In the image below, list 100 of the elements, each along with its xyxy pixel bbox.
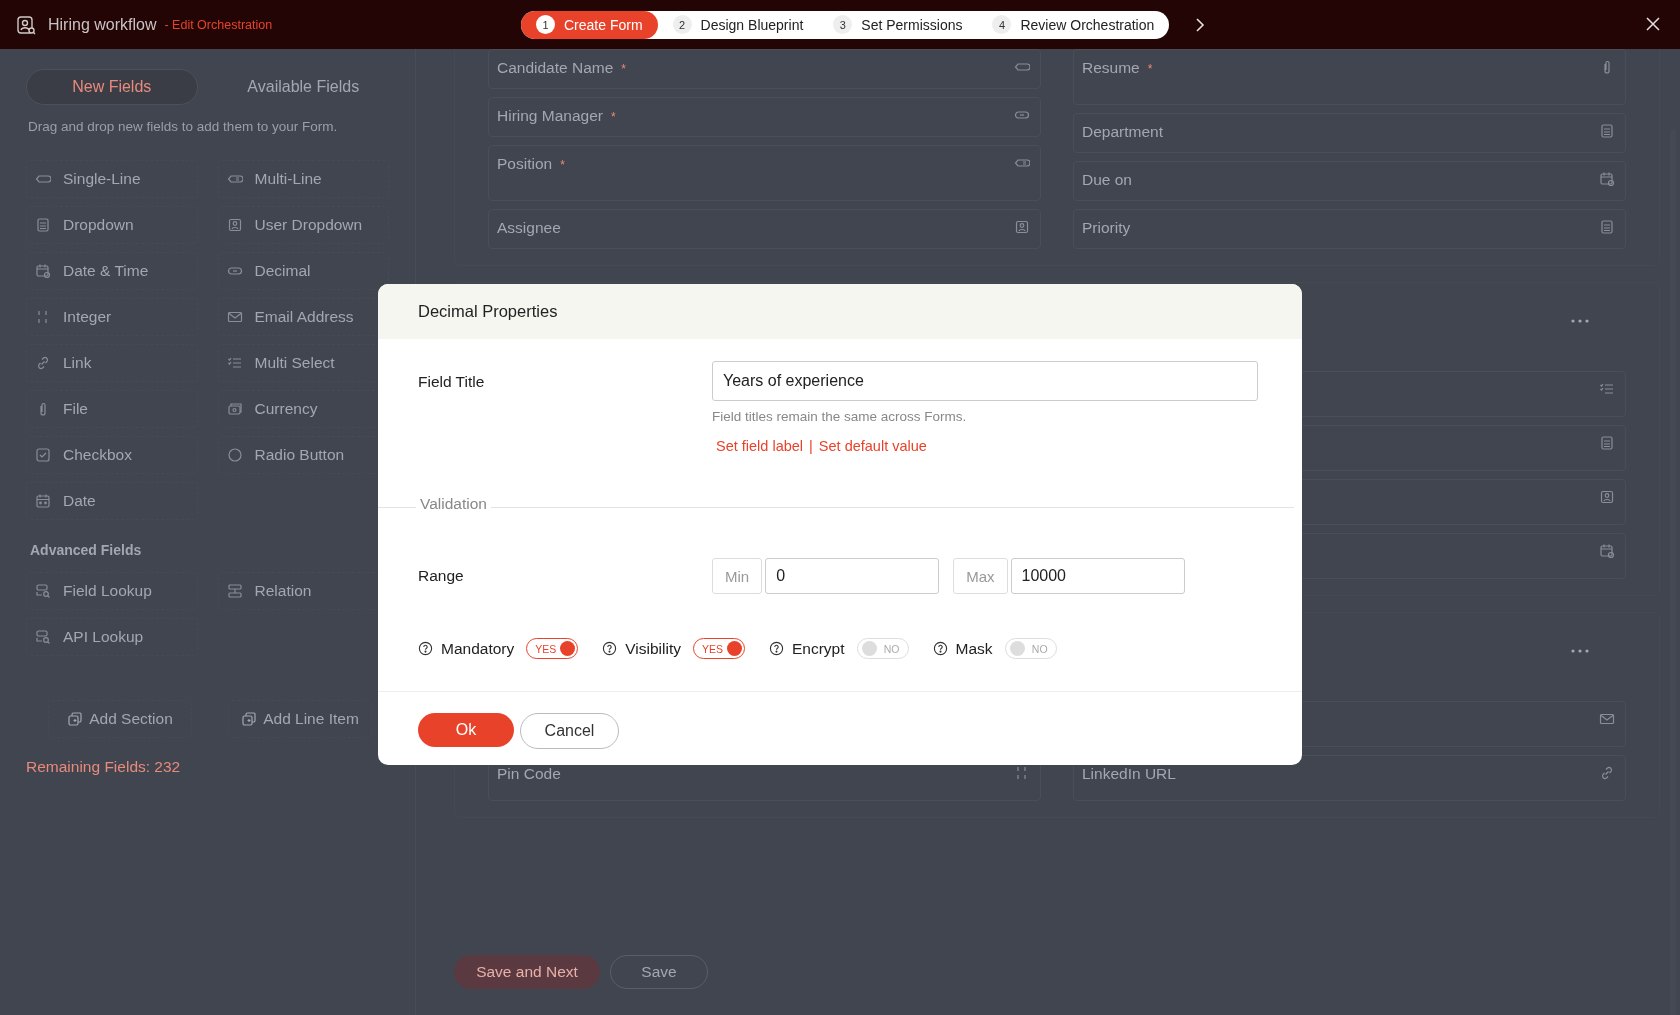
min-label: Min <box>712 558 763 594</box>
more-icon[interactable] <box>1571 649 1589 653</box>
help-icon[interactable] <box>768 641 784 656</box>
form-field[interactable]: Resume * <box>1073 49 1626 105</box>
field-type-item[interactable]: API Lookup <box>26 618 198 656</box>
lookup-icon <box>35 629 51 645</box>
list-card-icon <box>1599 219 1615 235</box>
form-field[interactable]: Candidate Name * <box>488 49 1041 89</box>
step-tab[interactable]: 1 Create Form <box>521 10 658 39</box>
envelope-icon <box>226 309 243 325</box>
cancel-button[interactable]: Cancel <box>520 713 619 749</box>
field-type-label: Email Address <box>254 308 354 326</box>
field-type-label: Link <box>63 354 92 372</box>
calendar-icon <box>35 493 51 509</box>
stacked-squares-icon <box>241 711 258 727</box>
field-type-label: Integer <box>63 308 112 326</box>
remaining-fields-count: Remaining Fields: 232 <box>26 758 182 776</box>
field-type-label: Multi-Line <box>254 170 322 188</box>
field-type-item[interactable]: Date & Time <box>26 252 198 290</box>
calendar-clock-icon <box>1599 543 1615 559</box>
field-type-item[interactable]: Multi-Line <box>217 160 389 198</box>
field-type-label: Date <box>63 492 96 510</box>
field-type-label: Currency <box>254 400 318 418</box>
set-field-label-link[interactable]: Set field label <box>716 438 804 454</box>
field-type-item[interactable]: User Dropdown <box>217 206 389 244</box>
set-default-value-link[interactable]: Set default value <box>818 438 927 454</box>
form-field[interactable]: Position * <box>488 145 1041 201</box>
field-type-label: Single-Line <box>63 170 141 188</box>
step-number: 2 <box>672 15 692 34</box>
step-tab[interactable]: 2 Design Blueprint <box>657 10 819 39</box>
lookup-icon <box>35 583 51 599</box>
field-type-label: Decimal <box>254 262 311 280</box>
stacked-squares-icon <box>67 711 84 727</box>
form-field[interactable]: Hiring Manager * <box>488 97 1041 137</box>
list-card-icon <box>1599 435 1615 451</box>
checklist-icon <box>226 355 243 371</box>
save-and-next-button[interactable]: Save and Next <box>454 955 600 989</box>
field-title-label: Field Title <box>418 372 486 392</box>
form-field[interactable]: Assignee <box>488 209 1041 249</box>
ok-button[interactable]: Ok <box>418 713 514 747</box>
toggle-label: Mask <box>955 639 993 658</box>
field-type-label: User Dropdown <box>254 216 363 234</box>
step-number: 4 <box>992 15 1012 34</box>
form-field[interactable]: Priority <box>1073 209 1626 249</box>
max-input[interactable]: 10000 <box>1010 558 1185 594</box>
form-field-label: Pin Code <box>497 765 561 783</box>
toggle-switch[interactable]: YES <box>526 638 579 659</box>
step-number: 3 <box>833 15 853 34</box>
form-field[interactable]: Department <box>1073 113 1626 153</box>
form-field-label: Candidate Name * <box>497 59 626 77</box>
help-icon[interactable] <box>932 641 948 656</box>
help-icon[interactable] <box>602 641 618 656</box>
user-card-icon <box>1014 219 1030 235</box>
user-card-icon <box>226 217 243 233</box>
workflow-title: Hiring workflow <box>48 15 157 34</box>
form-field-label: Department <box>1082 123 1163 141</box>
step-tab[interactable]: 3 Set Permissions <box>818 10 978 39</box>
calendar-clock-icon <box>35 263 51 279</box>
add-button[interactable]: Add Line Item <box>228 700 372 738</box>
dialog-title: Decimal Properties <box>418 302 558 321</box>
form-field-label: Hiring Manager * <box>497 107 616 125</box>
step-number: 1 <box>536 15 555 34</box>
calendar-clock-icon <box>1599 171 1615 187</box>
more-icon[interactable] <box>1571 319 1589 323</box>
step-tab[interactable]: 4 Review Orchestration <box>977 10 1170 39</box>
help-icon[interactable] <box>418 641 433 656</box>
field-type-label: Multi Select <box>254 354 335 372</box>
field-type-item[interactable]: Date <box>26 482 198 520</box>
field-type-item[interactable]: Checkbox <box>26 436 198 474</box>
field-title-hint: Field titles remain the same across Forms. <box>712 409 968 424</box>
checklist-icon <box>1599 381 1615 397</box>
field-type-label: Dropdown <box>63 216 134 234</box>
field-type-label: Radio Button <box>254 446 345 464</box>
add-button[interactable]: Add Section <box>48 700 192 738</box>
field-title-input[interactable]: Years of experience <box>712 361 1258 401</box>
advanced-fields-heading: Advanced Fields <box>30 542 143 558</box>
toggle-switch[interactable]: NO <box>856 638 909 659</box>
checkbox-icon <box>35 447 51 463</box>
toggle-switch[interactable]: NO <box>1004 638 1057 659</box>
panel-tab[interactable]: New Fields <box>26 69 198 105</box>
toggle-switch[interactable]: YES <box>692 638 745 659</box>
panel-tab[interactable]: Available Fields <box>217 69 389 105</box>
field-type-item[interactable]: File <box>26 390 198 428</box>
field-type-label: Relation <box>254 582 312 600</box>
field-type-item[interactable]: Dropdown <box>26 206 198 244</box>
field-type-item[interactable]: Integer <box>26 298 198 336</box>
field-type-label: Date & Time <box>63 262 149 280</box>
form-field[interactable]: Due on <box>1073 161 1626 201</box>
form-field-label: Position * <box>497 155 565 173</box>
close-icon[interactable] <box>1646 17 1660 31</box>
form-field-label: Priority <box>1082 219 1131 237</box>
range-label: Range <box>418 567 465 585</box>
chevron-right-icon[interactable] <box>1195 16 1206 33</box>
field-type-item[interactable]: Field Lookup <box>26 572 198 610</box>
field-type-item[interactable]: Single-Line <box>26 160 198 198</box>
min-input[interactable]: 0 <box>765 558 940 594</box>
field-type-item[interactable]: Link <box>26 344 198 382</box>
user-card-icon <box>1599 489 1615 505</box>
edit-orchestration-label: - Edit Orchestration <box>164 17 273 32</box>
toggle-label: Mandatory <box>441 639 515 658</box>
